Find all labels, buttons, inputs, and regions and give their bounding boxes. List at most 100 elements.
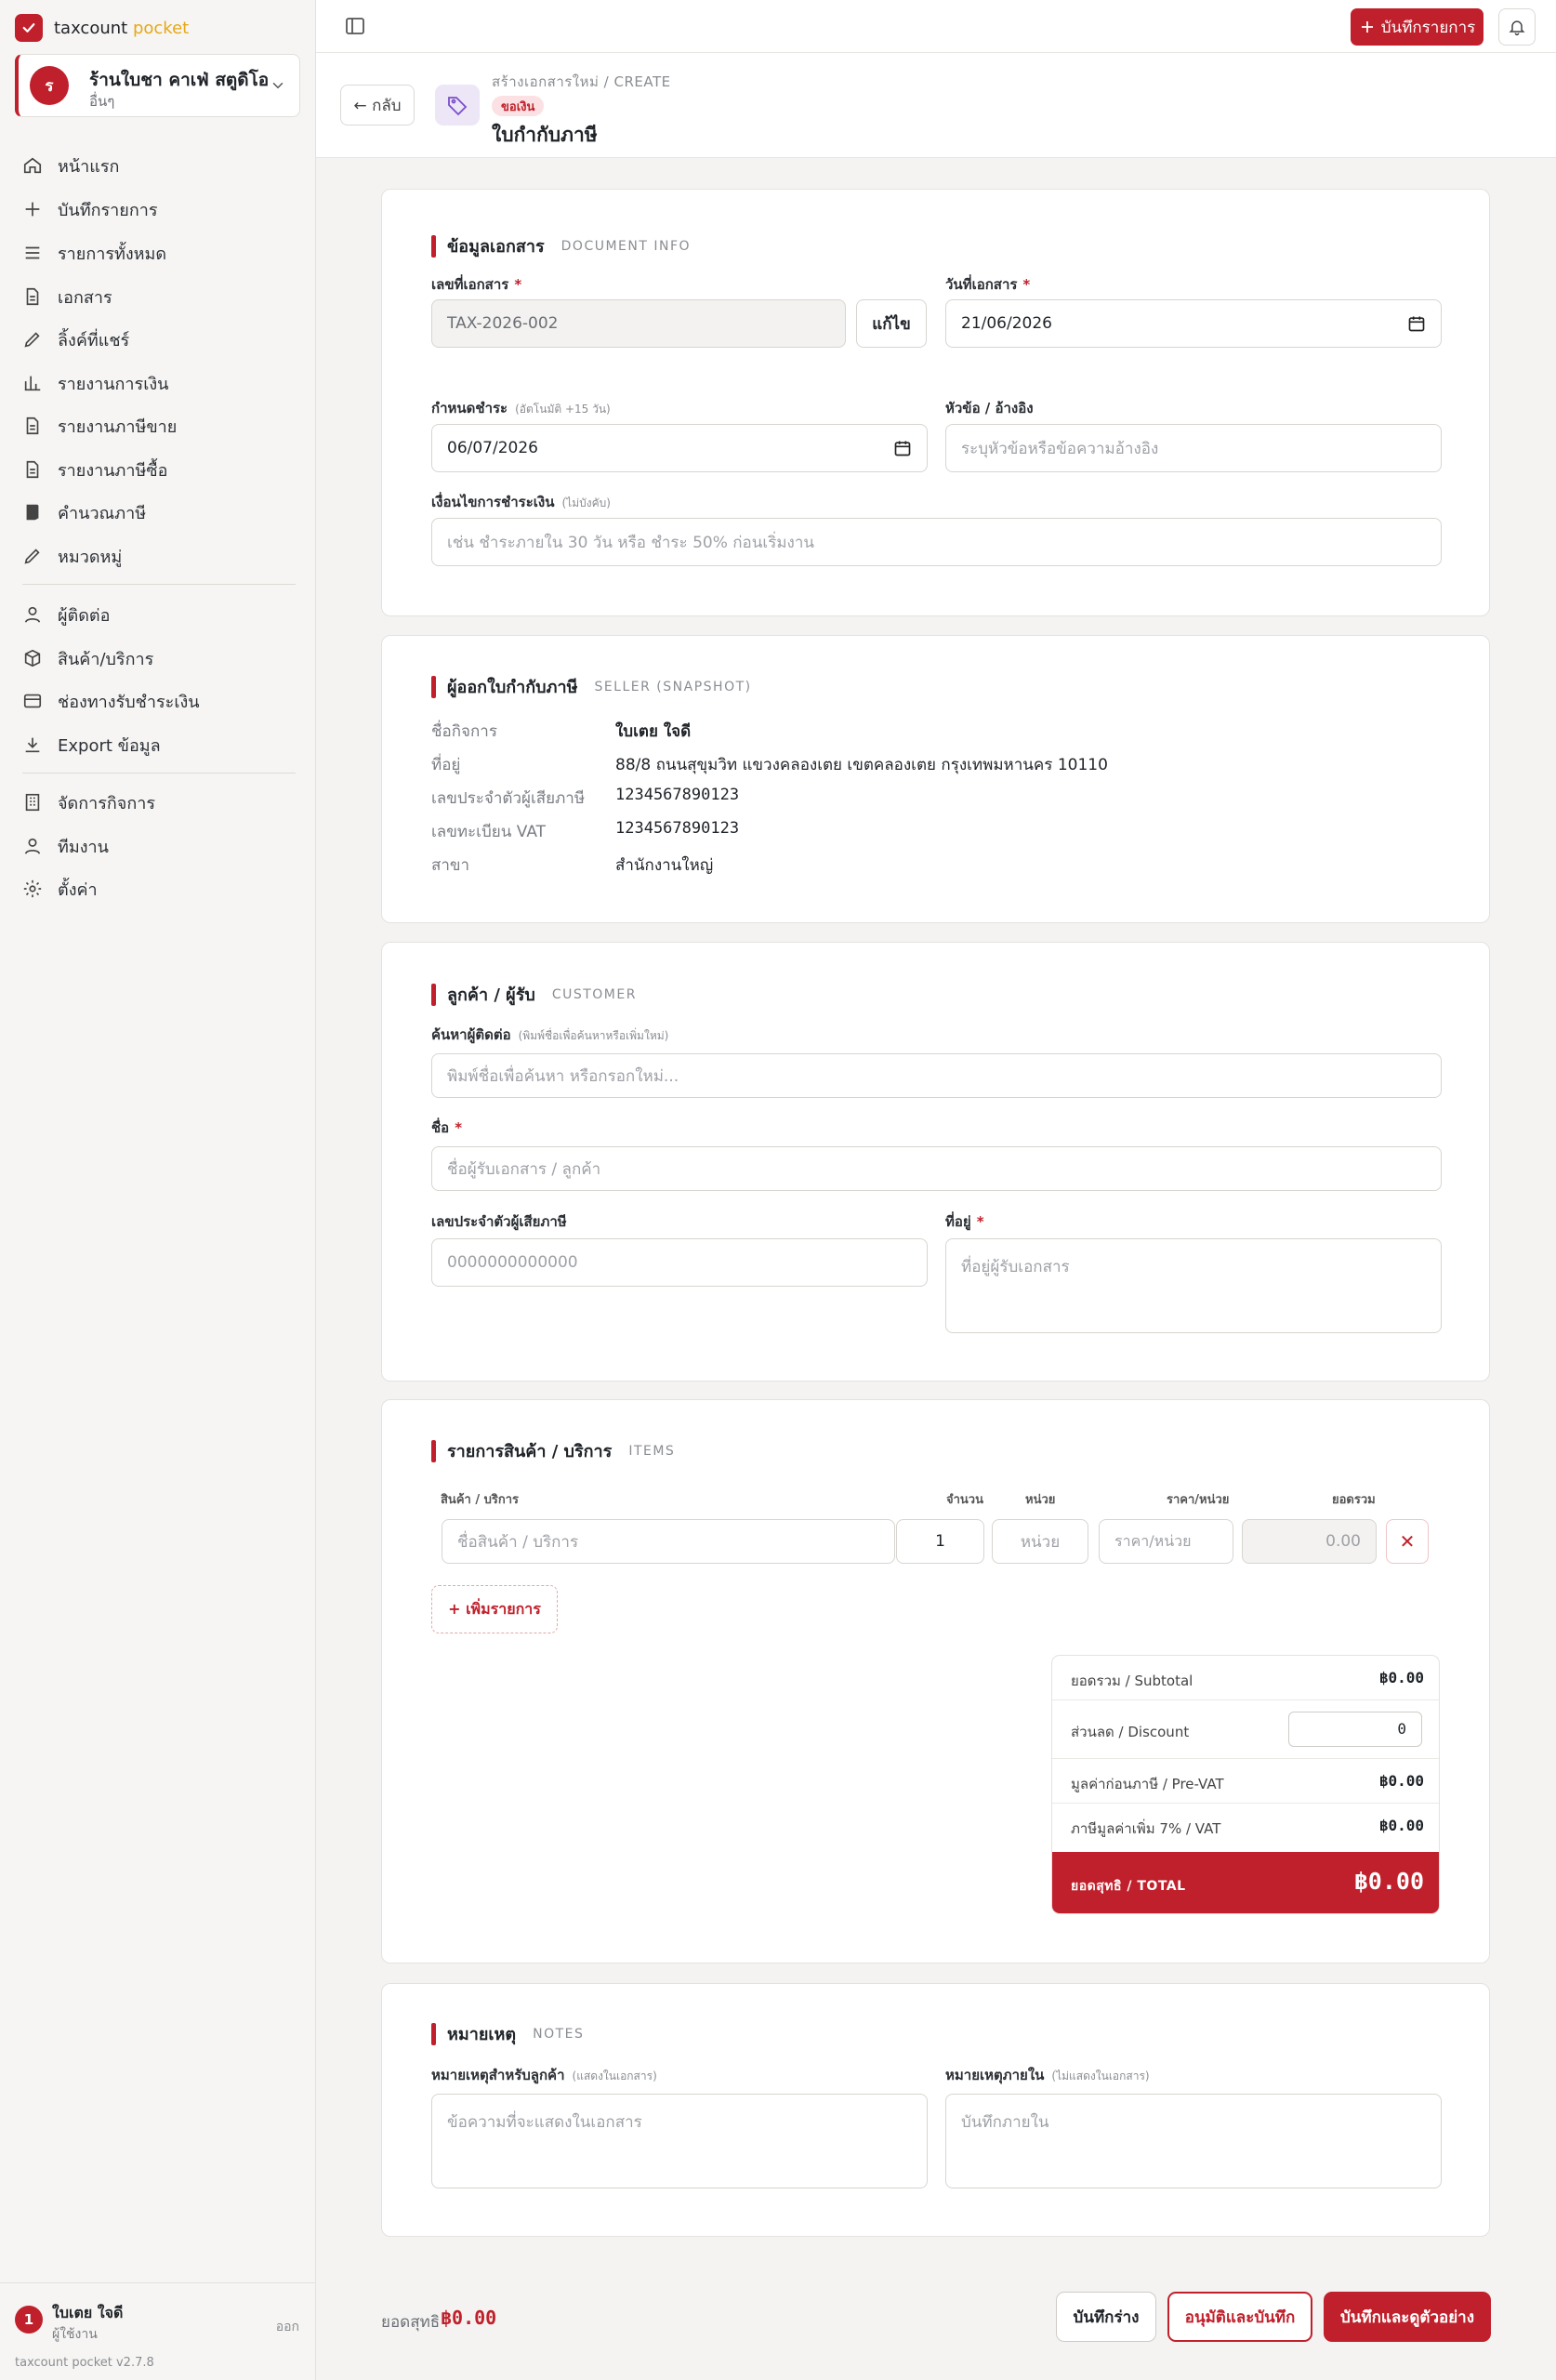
chevron-down-icon [272,83,284,89]
item-product-input[interactable]: ชื่อสินค้า / บริการ [442,1519,895,1564]
delete-item-button[interactable]: ✕ [1386,1519,1429,1564]
vat-label: ภาษีมูลค่าเพิ่ม 7% / VAT [1071,1820,1221,1837]
back-button[interactable]: ← กลับ [340,85,415,126]
action-bar: ยอดสุทธิ ฿0.00 บันทึกร่าง อนุมัติและบันท… [316,2261,1556,2380]
sidebar-item-products[interactable]: สินค้า/บริการ [15,640,294,677]
record-transaction-button[interactable]: บันทึกรายการ [1351,8,1483,46]
reference-input[interactable]: ระบุหัวข้อหรือข้อความอ้างอิง [945,424,1442,472]
customer-address-textarea[interactable]: ที่อยู่ผู้รับเอกสาร [945,1238,1442,1333]
approve-save-button[interactable]: อนุมัติและบันทึก [1167,2292,1312,2342]
due-date-input[interactable]: 06/07/2026 [431,424,928,472]
discount-input[interactable]: 0 [1288,1712,1422,1747]
section-title: ผู้ออกใบกำกับภาษี [447,678,578,697]
list-icon [25,246,40,259]
user-role: ผู้ใช้งาน [52,2327,98,2342]
plus-icon [1361,21,1373,33]
page-title: ใบกำกับภาษี [492,124,598,146]
sidebar-item-purchase-tax-report[interactable]: รายงานภาษีซื้อ [15,451,294,488]
workspace-name: ร้านใบชา คาเฟ่ สตูดิโอ [89,70,270,90]
sidebar-toggle-icon[interactable] [344,15,366,37]
document-icon [26,460,39,479]
column-header-product: สินค้า / บริการ [441,1493,520,1507]
logout-link[interactable]: ออก [276,2317,299,2337]
notifications-button[interactable] [1498,8,1536,46]
sidebar-item-home[interactable]: หน้าแรก [15,147,294,184]
internal-note-textarea[interactable]: บันทึกภายใน [945,2094,1442,2188]
column-header-total: ยอดรวม [1332,1493,1376,1507]
sidebar-item-sales-tax-report[interactable]: รายงานภาษีขาย [15,407,294,444]
item-total-field: 0.00 [1242,1519,1377,1564]
sidebar-item-manage-business[interactable]: จัดการกิจการ [15,784,294,821]
sidebar-divider [22,584,296,585]
column-header-qty: จำนวน [946,1493,983,1507]
sidebar-item-label: สินค้า/บริการ [58,649,154,669]
sidebar-item-payment-channels[interactable]: ช่องทางรับชำระเงิน [15,682,294,720]
edit-doc-number-button[interactable]: แก้ไข [856,299,927,348]
contact-search-input[interactable]: พิมพ์ชื่อเพื่อค้นหา หรือกรอกใหม่... [431,1053,1442,1098]
brand[interactable]: taxcount pocket [15,14,189,42]
item-unit-input[interactable]: หน่วย [992,1519,1088,1564]
bell-icon [1509,20,1525,36]
sidebar-item-label: รายงานภาษีซื้อ [58,460,168,481]
sidebar-item-label: รายงานการเงิน [58,374,169,394]
sidebar-item-documents[interactable]: เอกสาร [15,278,294,315]
sidebar-item-categories[interactable]: หมวดหมู่ [15,537,294,575]
sidebar-item-team[interactable]: ทีมงาน [15,827,294,865]
prevat-label: มูลค่าก่อนภาษี / Pre-VAT [1071,1776,1224,1792]
sidebar-item-label: รายการทั้งหมด [58,244,167,264]
sidebar-item-financial-report[interactable]: รายงานการเงิน [15,364,294,402]
box-icon [24,649,41,668]
document-icon [26,287,39,306]
sidebar-item-label: ทีมงาน [58,837,109,857]
section-subtitle: CUSTOMER [551,986,637,1002]
calendar-icon[interactable] [1407,314,1426,333]
doc-date-input[interactable]: 21/06/2026 [945,299,1442,348]
section-title: ข้อมูลเอกสาร [447,237,545,257]
seller-value: 1234567890123 [615,786,740,804]
seller-key: สาขา [431,856,470,875]
calendar-icon[interactable] [893,439,912,457]
section-header: ลูกค้า / ผู้รับ CUSTOMER [431,981,637,1008]
workspace-type: อื่นๆ [89,93,115,110]
sidebar-item-export[interactable]: Export ข้อมูล [15,726,294,763]
credit-card-icon [23,694,42,708]
sidebar-item-tax-calculator[interactable]: คำนวณภาษี [15,494,294,531]
seller-value: ใบเตย ใจดี [615,722,692,741]
seller-key: ชื่อกิจการ [431,722,497,741]
save-draft-button[interactable]: บันทึกร่าง [1056,2292,1156,2342]
sidebar-item-label: ผู้ติดต่อ [58,605,111,626]
item-price-input[interactable]: ราคา/หน่วย [1099,1519,1233,1564]
doc-number-input[interactable]: TAX-2026-002 [431,299,846,348]
sidebar-item-all-transactions[interactable]: รายการทั้งหมด [15,234,294,271]
plus-icon [25,202,40,217]
reference-label: หัวข้อ / อ้างอิง [945,400,1034,416]
add-item-button[interactable]: + เพิ่มรายการ [431,1585,558,1633]
sidebar-item-settings[interactable]: ตั้งค่า [15,870,294,907]
payment-terms-input[interactable]: เช่น ชำระภายใน 30 วัน หรือ ชำระ 50% ก่อน… [431,518,1442,566]
sidebar-item-shared-links[interactable]: ลิ้งค์ที่แชร์ [15,321,294,358]
payment-terms-label: เงื่อนไขการชำระเงิน (ไม่บังคับ) [431,494,611,510]
vat-row: ภาษีมูลค่าเพิ่ม 7% / VAT ฿0.00 [1052,1804,1439,1852]
sidebar-item-label: จัดการกิจการ [58,793,156,813]
items-card: รายการสินค้า / บริการ ITEMS สินค้า / บริ… [381,1399,1490,1964]
customer-note-textarea[interactable]: ข้อความที่จะแสดงในเอกสาร [431,2094,928,2188]
breadcrumb: สร้างเอกสารใหม่ / CREATE [492,73,671,90]
sidebar-item-record[interactable]: บันทึกรายการ [15,191,294,228]
sidebar-item-label: หมวดหมู่ [58,547,123,567]
workspace-switcher[interactable]: ร ร้านใบชา คาเฟ่ สตูดิโอ อื่นๆ [15,54,300,117]
customer-name-input[interactable]: ชื่อผู้รับเอกสาร / ลูกค้า [431,1146,1442,1191]
pencil-icon [24,549,40,564]
brand-name: taxcount pocket [54,18,190,38]
customer-tax-id-input[interactable]: 0000000000000 [431,1238,928,1287]
seller-card: ผู้ออกใบกำกับภาษี SELLER (SNAPSHOT) ชื่อ… [381,635,1490,923]
customer-tax-id-label: เลขประจำตัวผู้เสียภาษี [431,1213,567,1230]
discount-label: ส่วนลด / Discount [1071,1724,1190,1740]
user-footer: 1 ใบเตย ใจดี ผู้ใช้งาน ออก taxcount pock… [0,2282,316,2380]
total-label: ยอดสุทธิ / TOTAL [1071,1879,1186,1894]
sidebar-item-contacts[interactable]: ผู้ติดต่อ [15,596,294,633]
item-qty-input[interactable]: 1 [896,1519,984,1564]
net-total-value: ฿0.00 [441,2307,497,2329]
save-preview-button[interactable]: บันทึกและดูตัวอย่าง [1324,2292,1491,2342]
seller-value: 88/8 ถนนสุขุมวิท แขวงคลองเตย เขตคลองเตย … [615,756,1108,774]
section-header: ผู้ออกใบกำกับภาษี SELLER (SNAPSHOT) [431,673,752,700]
